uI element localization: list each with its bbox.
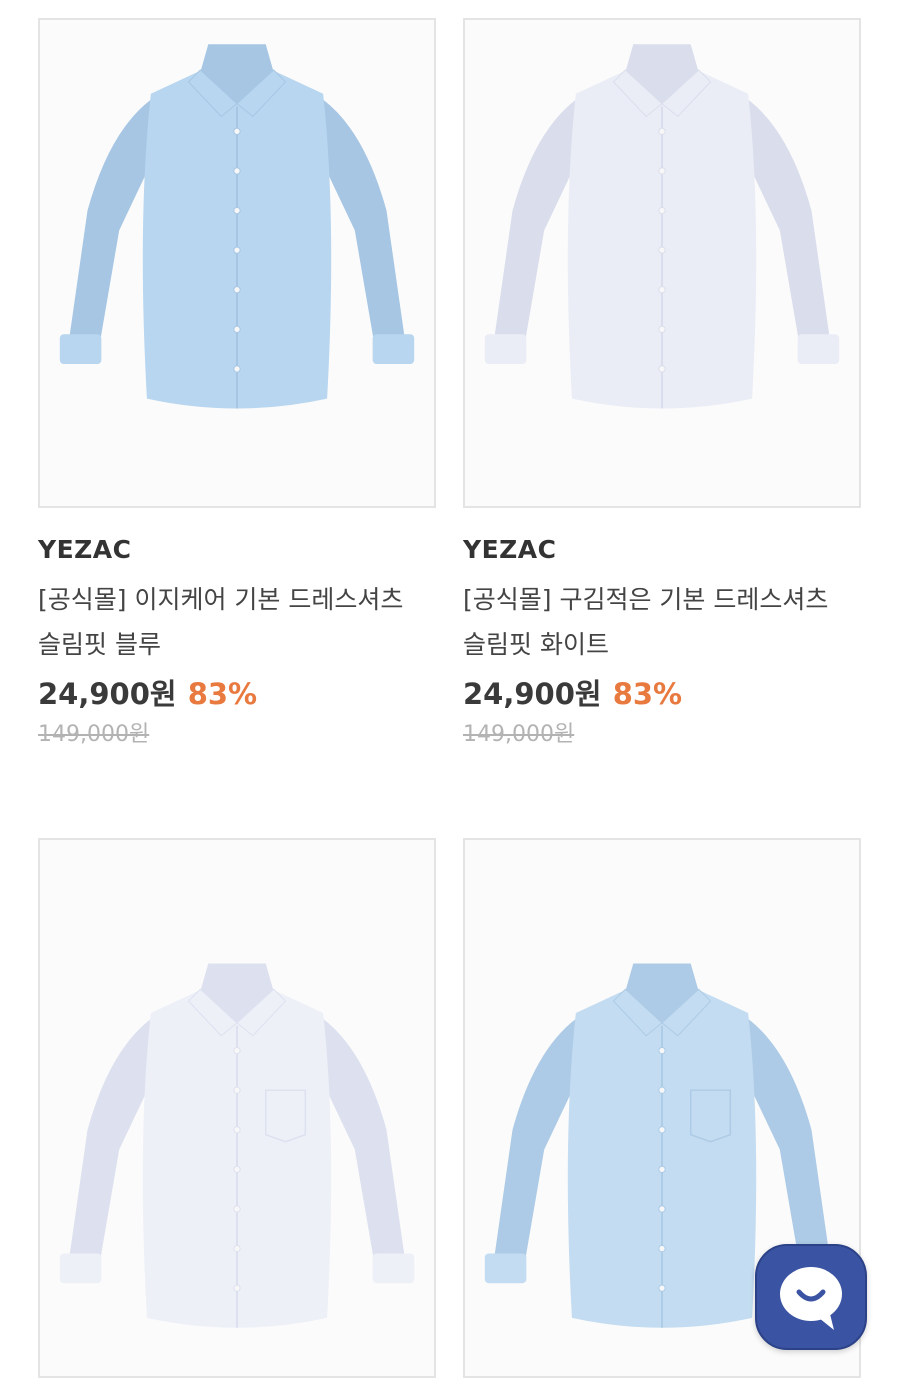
product-price: 24,900원: [463, 677, 602, 711]
discount-rate: 83%: [187, 677, 258, 711]
shirt-illustration: [59, 44, 415, 409]
product-card[interactable]: YEZAC [공식몰] 구김적은 기본 드레스셔츠 슬림핏 화이트 24,900…: [463, 18, 861, 751]
product-brand: YEZAC: [463, 535, 557, 564]
original-price: 149,000원: [38, 722, 150, 747]
original-price: 149,000원: [463, 722, 575, 747]
product-card[interactable]: YEZAC [공식몰] 이지케어 기본 드레스셔츠 슬림핏 블루 24,900원…: [38, 18, 436, 751]
product-image[interactable]: [463, 18, 861, 508]
shirt-illustration: [59, 963, 415, 1328]
product-title[interactable]: [공식몰] 구김적은 기본 드레스셔츠 슬림핏 화이트: [463, 577, 853, 667]
product-card[interactable]: [38, 838, 436, 1378]
discount-rate: 83%: [612, 677, 683, 711]
product-price: 24,900원: [38, 677, 177, 711]
shirt-illustration: [484, 44, 840, 409]
product-image[interactable]: [38, 18, 436, 508]
product-image[interactable]: [38, 838, 436, 1378]
product-title[interactable]: [공식몰] 이지케어 기본 드레스셔츠 슬림핏 블루: [38, 577, 428, 667]
product-brand: YEZAC: [38, 535, 132, 564]
chat-button[interactable]: [755, 1244, 867, 1350]
chat-smile-icon: [780, 1267, 842, 1330]
